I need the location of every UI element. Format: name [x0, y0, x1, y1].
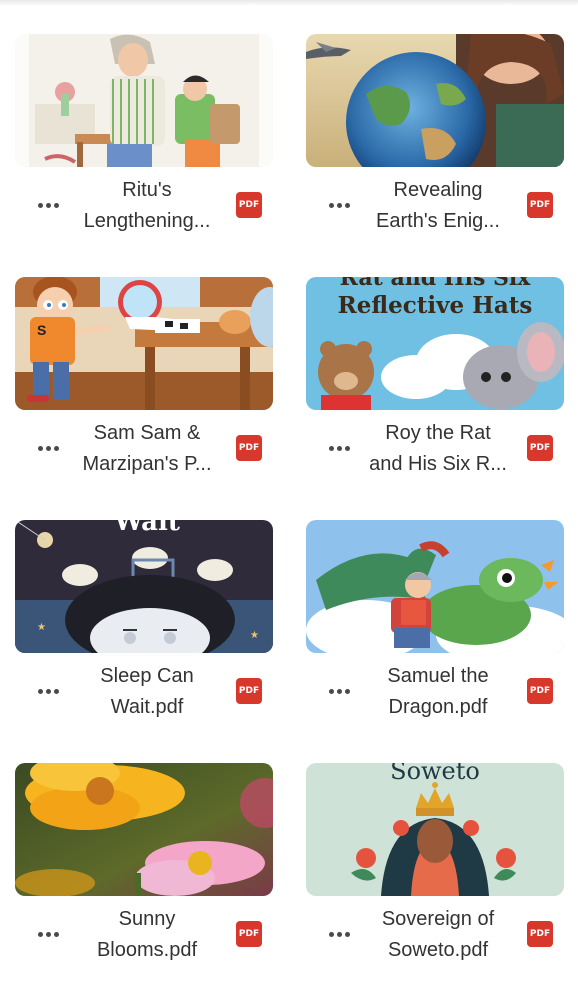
file-name[interactable]: Samuel the Dragon.pdf	[358, 661, 518, 723]
more-options-button[interactable]	[324, 922, 354, 944]
file-thumbnail[interactable]	[306, 520, 564, 653]
sleep-can-wait-thumbnail-image: ★ ★ Wait	[15, 520, 273, 653]
file-name[interactable]: Ritu's Lengthening...	[67, 175, 227, 237]
soweto-thumbnail-image: Soweto	[306, 763, 564, 896]
file-card[interactable]: Samuel the Dragon.pdf PDF	[306, 520, 564, 723]
more-options-button[interactable]	[324, 436, 354, 458]
file-grid: Ritu's Lengthening... PDF Revealing Eart…	[0, 0, 578, 1000]
pdf-file-icon: PDF	[527, 921, 553, 947]
more-options-button[interactable]	[324, 193, 354, 215]
sunny-blooms-thumbnail-image	[15, 763, 273, 896]
file-card[interactable]: S Sam Sam & Marzipan's P... PDF	[15, 277, 273, 480]
file-name[interactable]: Sunny Blooms.pdf	[67, 904, 227, 966]
file-thumbnail[interactable]: Rat and His Six Reflective Hats	[306, 277, 564, 410]
samuel-dragon-thumbnail-image	[306, 520, 564, 653]
thumbnail-text: Reflective Hats	[338, 292, 533, 319]
thumbnail-text: Wait	[113, 520, 180, 537]
more-options-button[interactable]	[33, 922, 63, 944]
file-thumbnail[interactable]: ★ ★ Wait	[15, 520, 273, 653]
file-thumbnail[interactable]	[15, 34, 273, 167]
svg-text:★: ★	[250, 630, 259, 641]
roy-rat-thumbnail-image: Rat and His Six Reflective Hats	[306, 277, 564, 410]
file-card[interactable]: ★ ★ Wait Sleep Can Wait.pdf PDF	[15, 520, 273, 723]
pdf-file-icon: PDF	[236, 921, 262, 947]
svg-text:★: ★	[37, 622, 46, 633]
more-options-button[interactable]	[33, 193, 63, 215]
file-thumbnail[interactable]: Soweto	[306, 763, 564, 896]
pdf-file-icon: PDF	[527, 678, 553, 704]
more-options-button[interactable]	[324, 679, 354, 701]
file-card[interactable]: Rat and His Six Reflective Hats Roy the …	[306, 277, 564, 480]
pdf-file-icon: PDF	[527, 192, 553, 218]
thumbnail-text-top: Rat and His Six	[340, 277, 532, 291]
earth-thumbnail-image	[306, 34, 564, 167]
file-card[interactable]: Soweto Sovereign of Soweto.pdf PDF	[306, 763, 564, 966]
pdf-file-icon: PDF	[236, 192, 262, 218]
file-thumbnail[interactable]	[306, 34, 564, 167]
thumbnail-text: Soweto	[390, 763, 480, 785]
pdf-file-icon: PDF	[236, 678, 262, 704]
pdf-file-icon: PDF	[527, 435, 553, 461]
file-card[interactable]: Revealing Earth's Enig... PDF	[306, 34, 564, 237]
ritu-thumbnail-image	[15, 34, 273, 167]
file-card[interactable]: Sunny Blooms.pdf PDF	[15, 763, 273, 966]
more-options-button[interactable]	[33, 679, 63, 701]
sam-sam-thumbnail-image: S	[15, 277, 273, 410]
file-name[interactable]: Revealing Earth's Enig...	[358, 175, 518, 237]
more-options-button[interactable]	[33, 436, 63, 458]
file-name[interactable]: Sovereign of Soweto.pdf	[358, 904, 518, 966]
file-card[interactable]: Ritu's Lengthening... PDF	[15, 34, 273, 237]
pdf-file-icon: PDF	[236, 435, 262, 461]
file-name[interactable]: Roy the Rat and His Six R...	[358, 418, 518, 480]
file-name[interactable]: Sleep Can Wait.pdf	[67, 661, 227, 723]
file-name[interactable]: Sam Sam & Marzipan's P...	[67, 418, 227, 480]
svg-text:S: S	[37, 322, 46, 338]
file-thumbnail[interactable]	[15, 763, 273, 896]
file-thumbnail[interactable]: S	[15, 277, 273, 410]
